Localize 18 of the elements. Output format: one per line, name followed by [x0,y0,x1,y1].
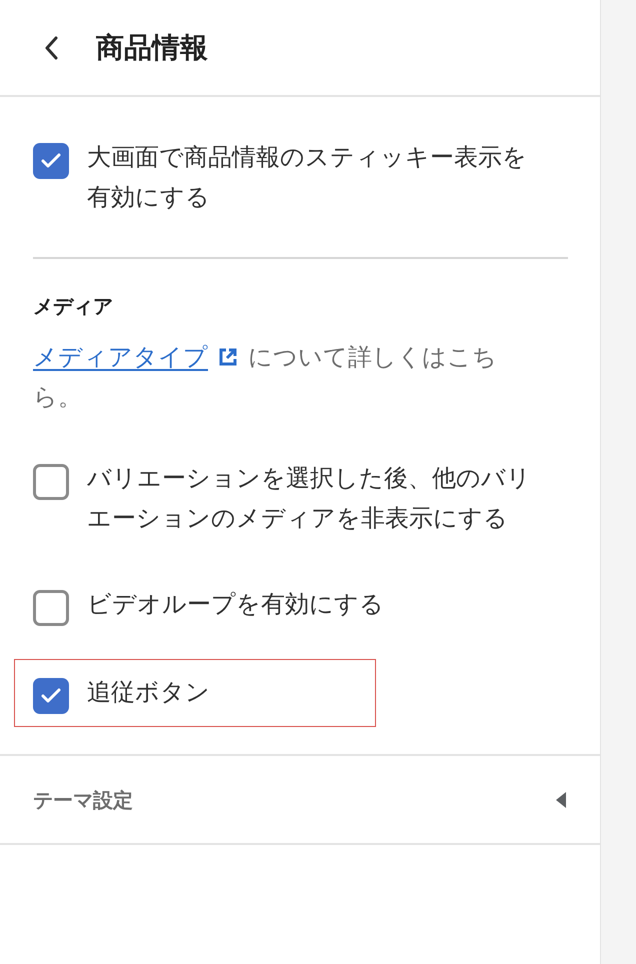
collapse-triangle-icon[interactable] [555,790,567,808]
external-link-icon [218,347,238,367]
checkbox-label: バリエーションを選択した後、他のバリエーションのメディアを非表示にする [87,463,532,534]
page-title: 商品情報 [96,30,208,66]
checkmark-icon [41,153,61,169]
section-toggle-label[interactable]: テーマ設定 [33,784,133,814]
checkbox[interactable] [33,678,69,714]
checkmark-icon [41,688,61,704]
checkbox-label: 大画面で商品情報のスティッキー表示を有効にする [87,142,527,213]
back-icon [44,36,58,60]
checkbox-label: 追従ボタン [87,677,211,708]
checkbox[interactable] [33,143,69,179]
help-text: メディアタイプ について詳しくはこちら。 [33,342,498,413]
checkbox[interactable] [33,590,69,626]
checkbox[interactable] [33,464,69,500]
checkbox-label: ビデオループを有効にする [87,589,385,620]
section-heading: メディア [33,293,114,320]
media-type-link[interactable]: メディアタイプ [33,343,238,371]
